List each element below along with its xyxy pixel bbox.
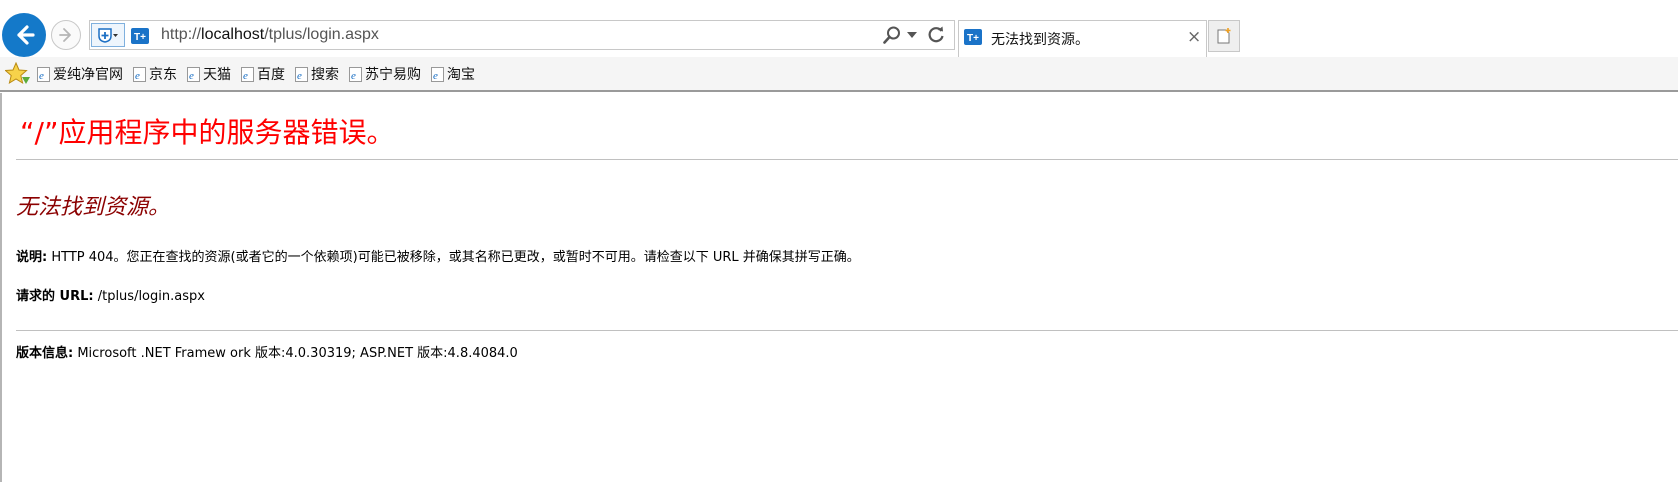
tplus-site-icon: T+ — [131, 28, 149, 48]
new-tab-icon — [1217, 28, 1231, 44]
favorite-link[interactable]: e 天猫 — [187, 64, 231, 84]
favorite-label: 苏宁易购 — [365, 67, 421, 83]
ie-page-icon: e — [349, 66, 362, 82]
description-label: 说明: — [16, 250, 48, 265]
favorite-label: 京东 — [149, 67, 177, 83]
svg-text:e: e — [297, 70, 302, 82]
url-scheme: http:// — [161, 26, 202, 43]
svg-text:T+: T+ — [967, 33, 979, 44]
divider — [16, 330, 1678, 331]
version-text: Microsoft .NET Framew ork 版本:4.0.30319; … — [73, 346, 518, 361]
favorite-label: 天猫 — [203, 67, 231, 83]
svg-text:e: e — [189, 70, 194, 82]
back-arrow-icon — [17, 25, 35, 45]
favorites-star-icon[interactable] — [4, 61, 31, 90]
favorites-bar: e 爱纯净官网 e 京东 e 天猫 e 百度 e 搜索 e 苏宁易购 e 淘宝 — [0, 57, 1678, 92]
tplus-site-icon: T+ — [964, 29, 982, 49]
url-host: localhost — [201, 26, 265, 43]
forward-arrow-icon — [59, 28, 71, 42]
svg-text:e: e — [135, 70, 140, 82]
ie-page-icon: e — [187, 66, 200, 82]
favorite-link[interactable]: e 爱纯净官网 — [37, 64, 123, 84]
favorite-link[interactable]: e 淘宝 — [431, 64, 475, 84]
new-tab-button[interactable] — [1208, 20, 1240, 52]
page-title: “/”应用程序中的服务器错误。 — [20, 116, 395, 149]
page-content: “/”应用程序中的服务器错误。 无法找到资源。 说明: HTTP 404。您正在… — [0, 93, 1678, 482]
ie-page-icon: e — [295, 66, 308, 82]
svg-text:e: e — [433, 70, 438, 82]
error-description: 说明: HTTP 404。您正在查找的资源(或者它的一个依赖项)可能已被移除，或… — [16, 246, 860, 265]
navigation-row: T+ http://localhost/tplus/login.aspx T+ … — [0, 13, 1678, 57]
address-url[interactable]: http://localhost/tplus/login.aspx — [161, 26, 379, 44]
svg-text:e: e — [39, 70, 44, 82]
address-dropdown-arrow[interactable] — [907, 32, 917, 38]
back-button[interactable] — [2, 13, 46, 57]
tab-current[interactable]: T+ 无法找到资源。 × — [958, 20, 1207, 57]
requested-url-value: /tplus/login.aspx — [93, 289, 205, 304]
ie-page-icon: e — [241, 66, 254, 82]
tab-title: 无法找到资源。 — [991, 32, 1089, 48]
search-button[interactable] — [882, 25, 902, 49]
requested-url: 请求的 URL: /tplus/login.aspx — [16, 285, 205, 304]
favorite-label: 百度 — [257, 67, 285, 83]
divider — [16, 159, 1678, 160]
favorite-label: 爱纯净官网 — [53, 67, 123, 83]
version-label: 版本信息: — [16, 346, 74, 361]
favorite-label: 淘宝 — [447, 67, 475, 83]
ie-page-icon: e — [133, 66, 146, 82]
search-icon — [883, 26, 900, 44]
url-path: /tplus/login.aspx — [264, 26, 379, 43]
favorites-list: e 爱纯净官网 e 京东 e 天猫 e 百度 e 搜索 e 苏宁易购 e 淘宝 — [37, 64, 475, 84]
favorite-link[interactable]: e 苏宁易购 — [349, 64, 421, 84]
browser-chrome: T+ http://localhost/tplus/login.aspx T+ … — [0, 0, 1678, 93]
forward-button[interactable] — [51, 20, 81, 50]
version-info: 版本信息: Microsoft .NET Framew ork 版本:4.0.3… — [16, 342, 518, 361]
compatibility-button[interactable] — [91, 23, 125, 47]
shield-icon — [98, 28, 118, 43]
error-subtitle: 无法找到资源。 — [16, 195, 171, 220]
description-text: HTTP 404。您正在查找的资源(或者它的一个依赖项)可能已被移除，或其名称已… — [47, 250, 860, 265]
refresh-button[interactable] — [926, 25, 946, 49]
favorite-link[interactable]: e 京东 — [133, 64, 177, 84]
svg-text:e: e — [243, 70, 248, 82]
requested-url-label: 请求的 URL: — [16, 289, 94, 304]
address-bar[interactable]: T+ http://localhost/tplus/login.aspx — [89, 20, 955, 50]
svg-text:T+: T+ — [134, 32, 146, 43]
favorite-link[interactable]: e 百度 — [241, 64, 285, 84]
refresh-icon — [928, 26, 944, 43]
ie-page-icon: e — [37, 66, 50, 82]
favorite-link[interactable]: e 搜索 — [295, 64, 339, 84]
favorite-label: 搜索 — [311, 67, 339, 83]
ie-page-icon: e — [431, 66, 444, 82]
tab-close-button[interactable]: × — [1187, 27, 1201, 47]
svg-text:e: e — [351, 70, 356, 82]
